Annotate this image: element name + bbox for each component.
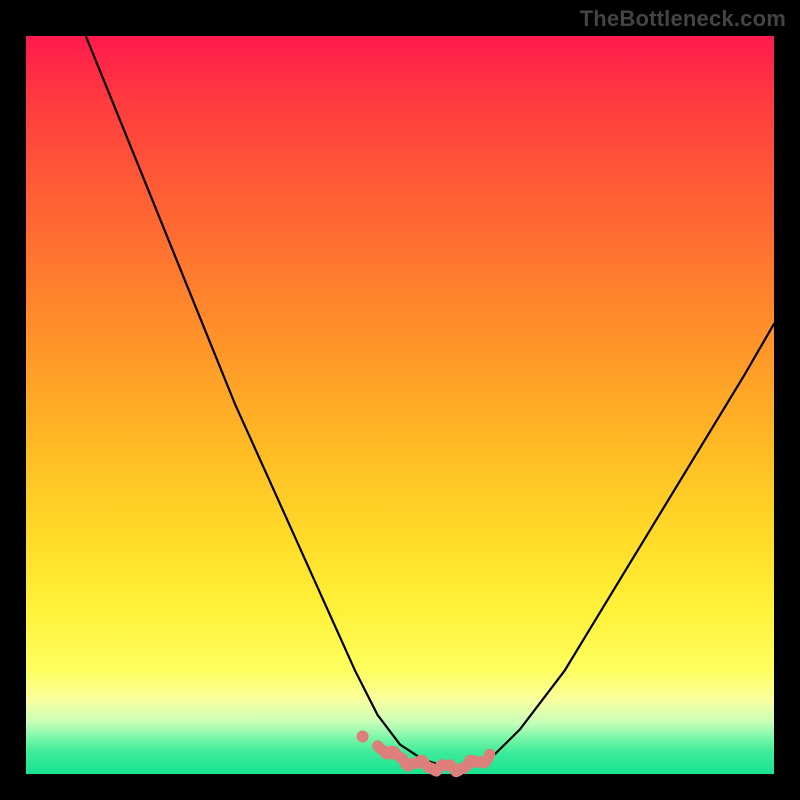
plot-area [26, 36, 774, 774]
watermark-label: TheBottleneck.com [580, 6, 786, 32]
optimum-start-dot [357, 731, 369, 743]
curve-svg [26, 36, 774, 774]
bottleneck-curve [86, 36, 774, 767]
optimum-range-marker [378, 746, 490, 772]
chart-frame: TheBottleneck.com [0, 0, 800, 800]
